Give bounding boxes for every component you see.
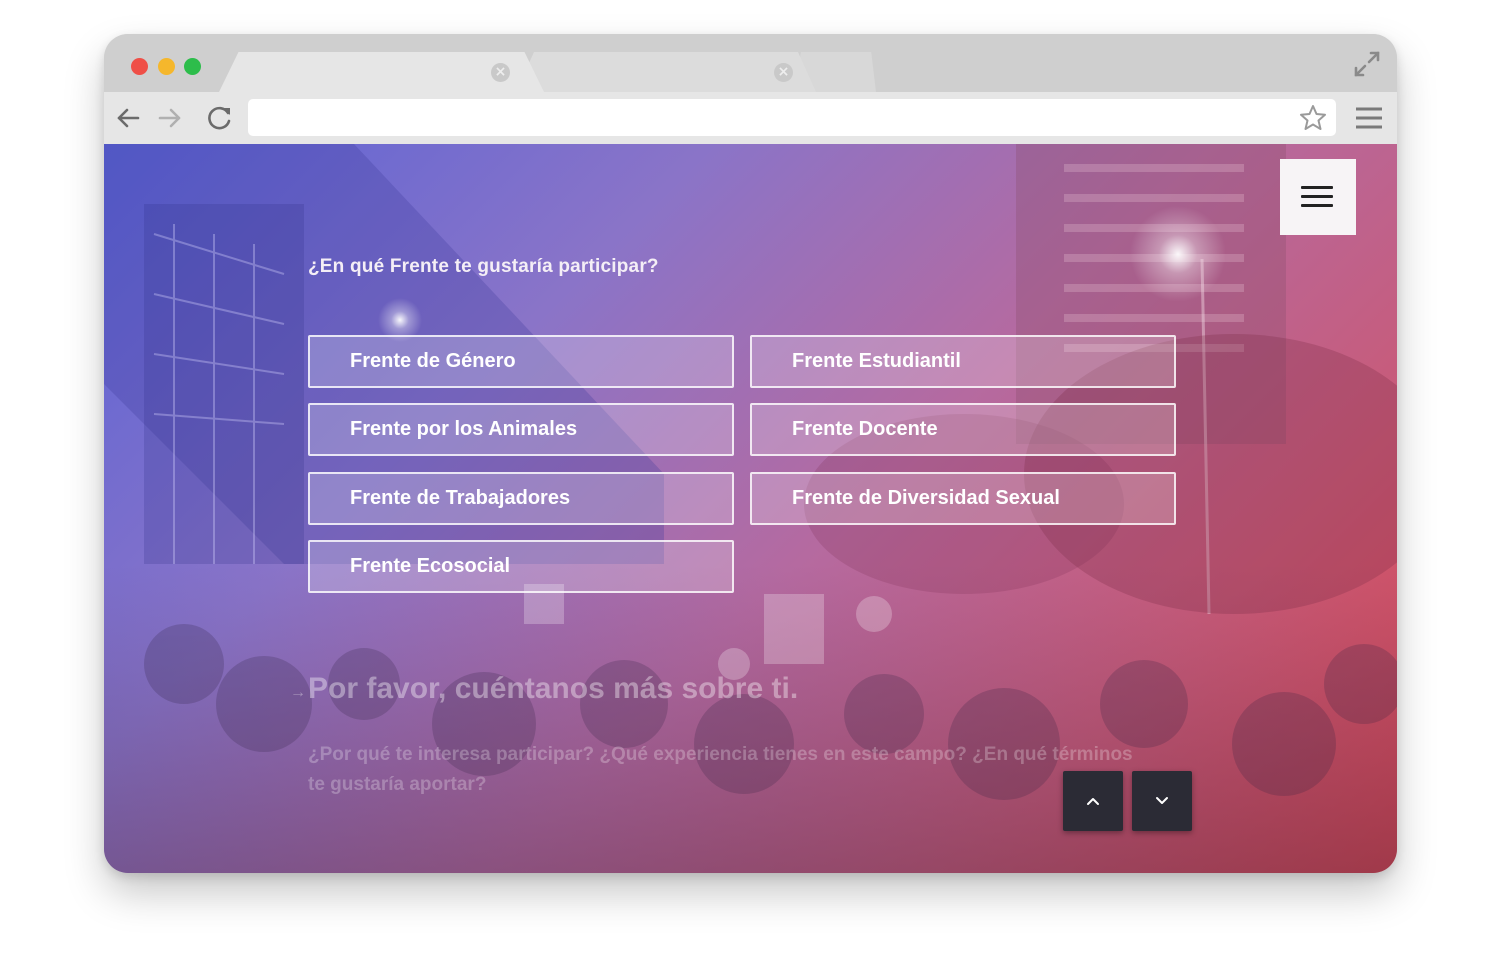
tab-inactive[interactable]: × [516, 52, 816, 92]
menu-icon-bar [1301, 204, 1333, 207]
question-title: ¿En qué Frente te gustaría participar? [308, 256, 659, 277]
tab-active[interactable]: × [219, 52, 544, 92]
next-question-button[interactable] [1132, 771, 1192, 831]
menu-icon-bar [1301, 186, 1333, 189]
chevron-down-icon [1156, 797, 1168, 804]
next-question-title: Por favor, cuéntanos más sobre ti. [308, 672, 799, 705]
close-window-button[interactable] [131, 58, 148, 75]
site-menu-button[interactable] [1280, 159, 1356, 235]
address-bar[interactable] [248, 99, 1336, 136]
option-frente-estudiantil[interactable]: Frente Estudiantil [750, 335, 1176, 388]
title-bar: × × [104, 34, 1397, 92]
menu-icon[interactable] [1355, 104, 1383, 132]
star-icon[interactable] [1298, 103, 1328, 133]
browser-toolbar [104, 92, 1397, 144]
close-icon[interactable]: × [774, 63, 793, 82]
next-question-arrow-icon: → [290, 684, 306, 701]
close-icon[interactable]: × [491, 63, 510, 82]
reload-icon[interactable] [206, 104, 234, 132]
arrow-right-icon[interactable] [156, 104, 184, 132]
option-frente-de-trabajadores[interactable]: Frente de Trabajadores [308, 472, 734, 525]
previous-question-button[interactable] [1063, 771, 1123, 831]
arrow-left-icon[interactable] [114, 104, 142, 132]
option-frente-de-diversidad-sexual[interactable]: Frente de Diversidad Sexual [750, 472, 1176, 525]
maximize-window-button[interactable] [184, 58, 201, 75]
option-frente-docente[interactable]: Frente Docente [750, 403, 1176, 456]
option-frente-de-genero[interactable]: Frente de Género [308, 335, 734, 388]
expand-icon[interactable] [1353, 50, 1381, 78]
browser-window: × × ¿En qué Frente te gustaría participa… [104, 34, 1397, 873]
menu-icon-bar [1301, 195, 1333, 198]
chevron-up-icon [1087, 798, 1099, 805]
option-frente-ecosocial[interactable]: Frente Ecosocial [308, 540, 734, 593]
page-content: ¿En qué Frente te gustaría participar? F… [104, 144, 1397, 873]
next-question-description: ¿Por qué te interesa participar? ¿Qué ex… [308, 744, 1133, 795]
option-frente-por-los-animales[interactable]: Frente por los Animales [308, 403, 734, 456]
minimize-window-button[interactable] [158, 58, 175, 75]
